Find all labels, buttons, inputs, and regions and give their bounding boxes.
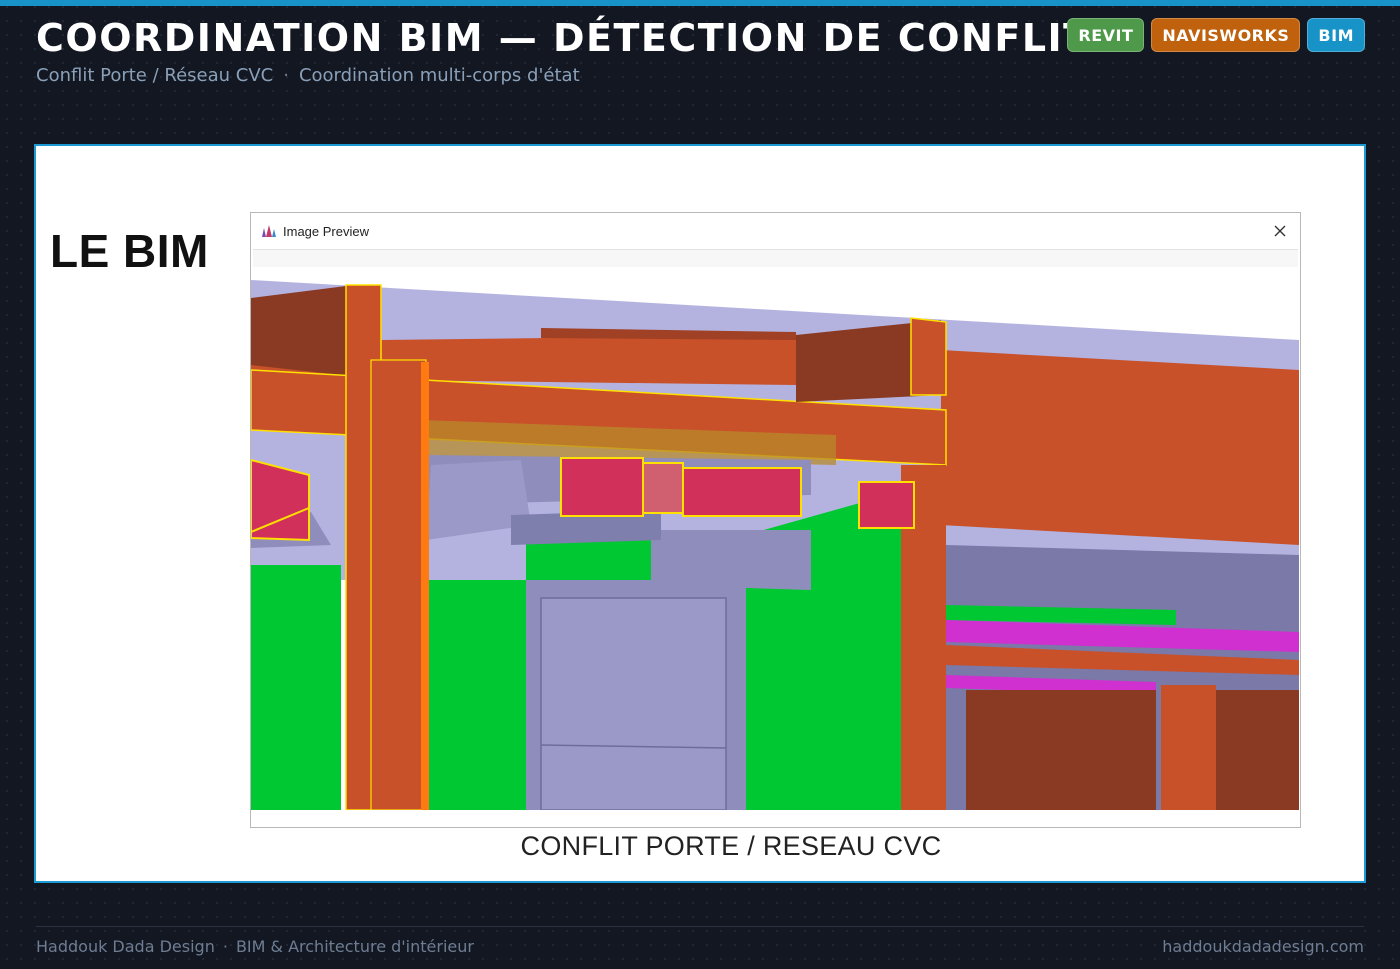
image-preview-window: Image Preview (250, 212, 1301, 828)
subtitle-main: Conflit Porte / Réseau CVC (36, 65, 274, 86)
footer-separator: · (222, 937, 228, 956)
slide-heading: LE BIM (50, 225, 209, 277)
badge-navisworks: NAVISWORKS (1151, 18, 1301, 52)
bim-clash-3d-view (251, 280, 1299, 810)
subtitle-separator: · (283, 65, 289, 86)
tag-badges: REVIT NAVISWORKS BIM (1067, 18, 1365, 52)
preview-titlebar[interactable]: Image Preview (251, 213, 1300, 249)
top-accent-bar (0, 0, 1400, 6)
close-icon[interactable] (1272, 223, 1288, 239)
footer-website-link[interactable]: haddoukdadadesign.com (1162, 937, 1364, 956)
slide-frame: LE BIM Image Preview CONFLIT PORTE / RES… (34, 144, 1366, 883)
slide-caption: CONFLIT PORTE / RESEAU CVC (520, 831, 942, 861)
slide-content: LE BIM Image Preview CONFLIT PORTE / RES… (36, 146, 1364, 881)
page-title: COORDINATION BIM — DÉTECTION DE CONFLITS (36, 16, 1120, 60)
footer-tagline: BIM & Architecture d'intérieur (235, 937, 474, 956)
badge-revit: REVIT (1067, 18, 1145, 52)
navisworks-app-icon (262, 225, 276, 237)
footer-credits: Haddouk Dada Design · BIM & Architecture d… (36, 937, 474, 956)
footer-divider (36, 926, 1364, 927)
badge-bim: BIM (1307, 18, 1365, 52)
preview-toolbar (253, 249, 1298, 267)
page-subtitle: Conflit Porte / Réseau CVC · Coordination … (36, 65, 580, 86)
footer-company: Haddouk Dada Design (36, 937, 215, 956)
subtitle-secondary: Coordination multi-corps d'état (298, 65, 580, 86)
preview-window-title: Image Preview (283, 223, 369, 239)
